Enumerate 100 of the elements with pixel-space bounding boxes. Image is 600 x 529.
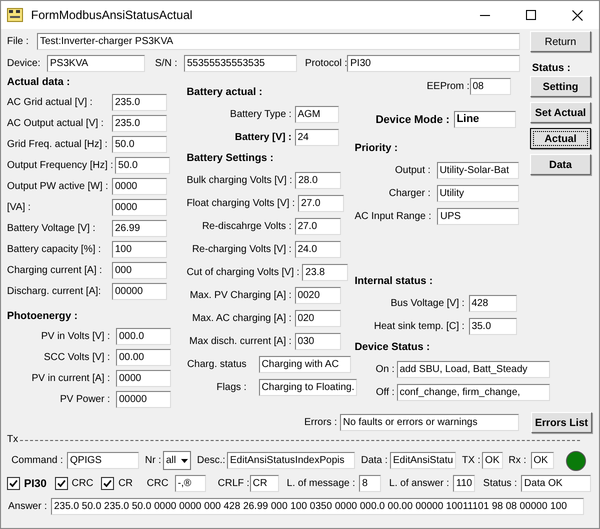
field-label: Re-charging Volts [V] : bbox=[191, 244, 292, 255]
field-label: CRC bbox=[146, 478, 170, 489]
text-field[interactable]: PI30 bbox=[347, 55, 520, 72]
field-label: Output : bbox=[394, 165, 431, 176]
text-field[interactable]: 28.0 bbox=[295, 172, 342, 189]
field-label: EEProm : bbox=[426, 81, 470, 92]
form-button[interactable]: Set Actual bbox=[530, 102, 591, 123]
form-button[interactable]: Errors List bbox=[531, 412, 592, 433]
text-field[interactable]: No faults or errors or warnings bbox=[340, 414, 519, 431]
text-field[interactable]: 08 bbox=[470, 78, 511, 95]
text-field[interactable]: 000.0 bbox=[116, 328, 171, 345]
text-field[interactable]: add SBU, Load, Batt_Steady bbox=[396, 361, 550, 378]
text-field[interactable]: 24.0 bbox=[294, 241, 341, 258]
text-field[interactable]: Line bbox=[454, 111, 516, 128]
text-field[interactable]: 235.0 50.0 235.0 50.0 0000 0000 000 428 26.99 000 100 0350 0000 000.0 00.00 00000 10011101 98 08 00000 100 bbox=[51, 498, 584, 515]
text-field[interactable]: 00000 bbox=[116, 391, 171, 408]
text-field[interactable]: 55355535553535 bbox=[184, 55, 297, 72]
checkbox[interactable] bbox=[7, 477, 20, 490]
field-label: Desc.: bbox=[197, 455, 226, 466]
field-label: Charg. status bbox=[186, 359, 247, 370]
field-label: Battery capacity [%] : bbox=[7, 244, 102, 255]
field-label: S/N : bbox=[155, 58, 178, 69]
text-field[interactable]: 26.99 bbox=[112, 220, 167, 237]
form-button[interactable]: Setting bbox=[530, 76, 591, 97]
text-field[interactable]: UPS bbox=[437, 208, 520, 225]
field-label: Bulk charging Volts [V] : bbox=[186, 175, 292, 186]
text-field[interactable]: Utility-Solar-Bat bbox=[436, 162, 519, 179]
checkbox[interactable] bbox=[54, 477, 68, 490]
text-field[interactable]: 235.0 bbox=[112, 94, 167, 111]
text-field[interactable]: 235.0 bbox=[112, 115, 167, 132]
text-field[interactable]: 0000 bbox=[116, 370, 171, 387]
text-field[interactable]: 0000 bbox=[112, 178, 167, 195]
field-label: Output PW active [W] : bbox=[7, 181, 110, 192]
text-field[interactable]: Utility bbox=[436, 185, 519, 202]
text-field[interactable]: EditAnsiStatu bbox=[390, 452, 456, 469]
text-field[interactable]: 50.0 bbox=[112, 136, 167, 153]
field-label: Battery Type : bbox=[229, 109, 292, 120]
text-field[interactable]: Test:Inverter-charger PS3KVA bbox=[37, 33, 520, 50]
text-field[interactable]: 23.8 bbox=[302, 264, 348, 281]
text-field[interactable]: conf_change, firm_change, bbox=[396, 384, 550, 401]
text-field[interactable]: CR bbox=[250, 475, 279, 492]
text-field[interactable]: 030 bbox=[294, 333, 341, 350]
field-label: L. of message : bbox=[286, 478, 356, 489]
text-field[interactable]: 27.0 bbox=[298, 195, 344, 212]
text-field[interactable]: EditAnsiStatusIndexPopis bbox=[227, 452, 355, 469]
field-label: PV Power : bbox=[58, 394, 110, 405]
form-button[interactable]: Return bbox=[530, 31, 591, 52]
field-label: Max disch. current [A] : bbox=[188, 336, 292, 347]
text-field[interactable]: 00.00 bbox=[116, 349, 171, 366]
form-button[interactable]: Actual bbox=[530, 128, 591, 149]
form-button[interactable]: Data bbox=[530, 154, 591, 175]
field-label: Max. AC charging [A] : bbox=[191, 313, 292, 324]
text-field[interactable]: Data OK bbox=[521, 475, 592, 492]
field-label: PV in current [A] : bbox=[30, 373, 110, 384]
dropdown[interactable]: all bbox=[163, 451, 191, 470]
text-field[interactable]: OK bbox=[482, 452, 502, 469]
text-field[interactable]: 8 bbox=[359, 475, 382, 492]
section-title: Battery actual : bbox=[186, 86, 264, 100]
text-field[interactable]: 100 bbox=[112, 241, 167, 258]
close-icon[interactable] bbox=[572, 10, 583, 20]
field-label: Charger : bbox=[388, 188, 431, 199]
text-field[interactable]: QPIGS bbox=[67, 452, 139, 469]
text-field[interactable]: 428 bbox=[468, 295, 517, 312]
field-label: Bus Voltage [V] : bbox=[390, 298, 465, 309]
checkbox[interactable] bbox=[101, 477, 114, 490]
text-field[interactable]: OK bbox=[530, 452, 554, 469]
field-label: TX : bbox=[462, 455, 482, 466]
field-label: Data : bbox=[361, 455, 389, 466]
checkbox-label: PI30 bbox=[24, 478, 47, 490]
text-field[interactable]: PS3KVA bbox=[47, 55, 145, 72]
text-field[interactable]: Charging with AC bbox=[258, 356, 351, 373]
group-label: Tx bbox=[7, 434, 18, 444]
text-field[interactable]: 00000 bbox=[112, 283, 167, 300]
maximize-icon[interactable] bbox=[526, 10, 536, 20]
text-field[interactable]: Charging to Floating. bbox=[258, 379, 358, 396]
field-label: Battery [V] : bbox=[234, 132, 292, 143]
section-title: Status : bbox=[532, 62, 571, 76]
text-field[interactable]: 110 bbox=[453, 475, 476, 492]
text-field[interactable]: 24 bbox=[294, 129, 339, 146]
text-field[interactable]: 27.0 bbox=[294, 218, 341, 235]
text-field[interactable]: 50.0 bbox=[115, 157, 170, 174]
field-label: PV in Volts [V] : bbox=[40, 331, 110, 342]
field-label: On : bbox=[374, 364, 395, 375]
field-label: Discharg. current [A]: bbox=[7, 286, 102, 297]
text-field[interactable]: AGM bbox=[294, 106, 339, 123]
section-title: Priority : bbox=[354, 142, 399, 156]
section-title: Device Status : bbox=[354, 341, 431, 355]
field-label: Charging current [A] : bbox=[7, 265, 104, 276]
field-label: Command : bbox=[11, 455, 63, 466]
text-field[interactable]: 35.0 bbox=[468, 318, 517, 335]
field-label: [VA] : bbox=[7, 202, 32, 213]
text-field[interactable]: -,® bbox=[174, 475, 206, 492]
section-title: Battery Settings : bbox=[186, 152, 274, 166]
window-title: FormModbusAnsiStatusActual bbox=[31, 8, 192, 22]
text-field[interactable]: 0000 bbox=[112, 199, 167, 216]
field-label: Off : bbox=[374, 387, 395, 398]
text-field[interactable]: 020 bbox=[294, 310, 341, 327]
text-field[interactable]: 000 bbox=[112, 262, 167, 279]
field-label: Max. PV Charging [A] : bbox=[188, 290, 292, 301]
text-field[interactable]: 0020 bbox=[294, 287, 341, 304]
